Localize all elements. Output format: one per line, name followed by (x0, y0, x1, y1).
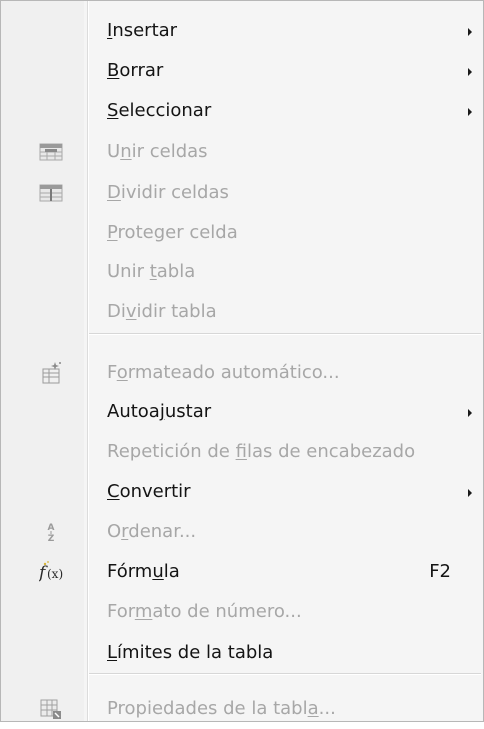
menu-item-label: Autoajustar (107, 401, 212, 422)
submenu-arrow-icon (468, 28, 472, 36)
menu-item-label: Propiedades de la tabla... (107, 698, 336, 719)
menu-item-label: Borrar (107, 60, 164, 81)
menu-item-formato-de-numero: Formato de número... (1, 592, 483, 632)
merge-cells-icon (39, 140, 63, 164)
menu-item-borrar[interactable]: Borrar (1, 51, 483, 91)
submenu-arrow-icon (468, 68, 472, 76)
menu-item-insertar[interactable]: Insertar (1, 11, 483, 51)
shortcut-hint: F2 (429, 561, 451, 582)
table-context-menu: Insertar Borrar Seleccionar Unir celdas Divi… (0, 0, 484, 722)
menu-separator (89, 673, 481, 675)
menu-item-unir-celdas: Unir celdas (1, 132, 483, 172)
submenu-arrow-icon (468, 489, 472, 497)
menu-item-label: Proteger celda (107, 222, 238, 243)
menu-item-label: Unir tabla (107, 261, 196, 282)
menu-item-ordenar: A Z Ordenar... (1, 512, 483, 552)
menu-item-formateado-automatico: Formateado automático... (1, 353, 483, 393)
menu-item-formula[interactable]: f (x) Fórmula F2 (1, 552, 483, 592)
menu-item-label: Fórmula (107, 561, 180, 582)
submenu-arrow-icon (468, 108, 472, 116)
menu-item-dividir-tabla: Dividir tabla (1, 292, 483, 332)
menu-item-dividir-celdas: Dividir celdas (1, 173, 483, 213)
split-cells-icon (39, 181, 63, 205)
menu-item-label: Formateado automático... (107, 362, 340, 383)
menu-item-convertir[interactable]: Convertir (1, 472, 483, 512)
menu-item-label: Ordenar... (107, 521, 197, 542)
menu-item-unir-tabla: Unir tabla (1, 252, 483, 292)
menu-item-label: Seleccionar (107, 100, 212, 121)
menu-item-label: Convertir (107, 481, 191, 502)
menu-item-label: Unir celdas (107, 141, 208, 162)
menu-item-limites-de-la-tabla[interactable]: Límites de la tabla (1, 633, 483, 673)
menu-item-label: Insertar (107, 20, 178, 41)
menu-item-label: Límites de la tabla (107, 642, 274, 663)
svg-text:Z: Z (48, 534, 55, 544)
sort-icon: AZ (39, 520, 63, 544)
table-properties-icon (39, 697, 63, 721)
menu-item-propiedades-de-la-tabla: Propiedades de la tabla... (1, 689, 483, 729)
svg-text:(x): (x) (47, 567, 63, 581)
menu-item-autoajustar[interactable]: Autoajustar (1, 392, 483, 432)
autoformat-icon (39, 361, 63, 385)
formula-icon: f (x) (39, 560, 63, 584)
menu-item-label: Formato de número... (107, 601, 302, 622)
menu-item-label: Dividir tabla (107, 301, 217, 322)
menu-item-label: Dividir celdas (107, 182, 229, 203)
menu-item-repeticion-de-filas-de-encabezado: Repetición de filas de encabezado (1, 432, 483, 472)
submenu-arrow-icon (468, 409, 472, 417)
menu-item-seleccionar[interactable]: Seleccionar (1, 91, 483, 131)
menu-item-label: Repetición de filas de encabezado (107, 441, 416, 462)
menu-separator (89, 333, 481, 335)
menu-item-proteger-celda: Proteger celda (1, 213, 483, 253)
